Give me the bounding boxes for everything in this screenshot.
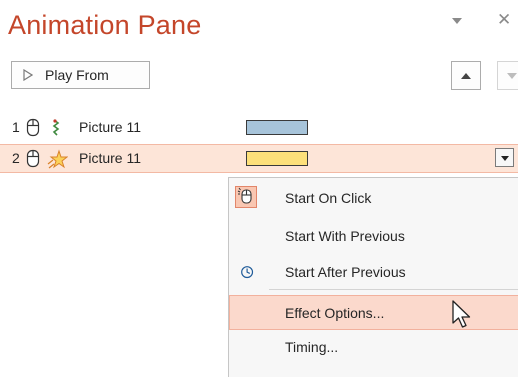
animation-order: 1 xyxy=(12,119,20,135)
play-from-button[interactable]: Play From xyxy=(11,61,150,89)
timeline-bar[interactable] xyxy=(246,120,308,135)
timeline-bar[interactable] xyxy=(246,151,308,166)
animation-name: Picture 11 xyxy=(79,119,141,135)
pane-options-chevron-down-icon[interactable] xyxy=(449,14,465,26)
menu-item-label: Timing... xyxy=(285,339,339,355)
animation-order: 2 xyxy=(12,150,20,166)
chevron-down-icon xyxy=(500,155,509,161)
mouse-click-icon xyxy=(237,187,252,204)
checked-indicator xyxy=(235,186,257,208)
menu-separator xyxy=(269,289,518,290)
menu-item-start-with-previous[interactable]: Start With Previous xyxy=(229,220,518,252)
menu-item-start-after-previous[interactable]: Start After Previous xyxy=(229,256,518,288)
animation-context-menu: Start On Click Start With Previous Start… xyxy=(228,177,518,377)
mouse-click-icon xyxy=(26,118,40,137)
item-dropdown-button[interactable] xyxy=(495,148,514,167)
emphasis-star-icon xyxy=(47,149,68,169)
menu-item-label: Start After Previous xyxy=(285,264,406,280)
menu-item-label: Start With Previous xyxy=(285,228,405,244)
menu-item-start-on-click[interactable]: Start On Click xyxy=(229,182,518,214)
move-up-button[interactable] xyxy=(451,61,481,90)
animation-item-1[interactable]: 1 Picture 11 xyxy=(0,114,518,141)
triangle-down-icon xyxy=(507,72,517,79)
close-icon[interactable]: ✕ xyxy=(497,11,517,28)
triangle-up-icon xyxy=(461,72,471,79)
animation-item-2[interactable]: 2 Picture 11 xyxy=(0,144,518,173)
move-down-button[interactable] xyxy=(497,61,518,90)
clock-icon xyxy=(241,266,254,279)
entrance-effect-icon xyxy=(52,119,60,136)
pane-title: Animation Pane xyxy=(8,10,202,40)
animation-name: Picture 11 xyxy=(79,150,141,166)
menu-item-timing[interactable]: Timing... xyxy=(229,331,518,363)
mouse-pointer-icon xyxy=(452,300,471,328)
menu-item-label: Start On Click xyxy=(285,190,372,206)
play-icon xyxy=(23,69,33,81)
mouse-click-icon xyxy=(26,149,40,168)
menu-item-label: Effect Options... xyxy=(285,305,385,321)
play-from-label: Play From xyxy=(45,67,109,83)
